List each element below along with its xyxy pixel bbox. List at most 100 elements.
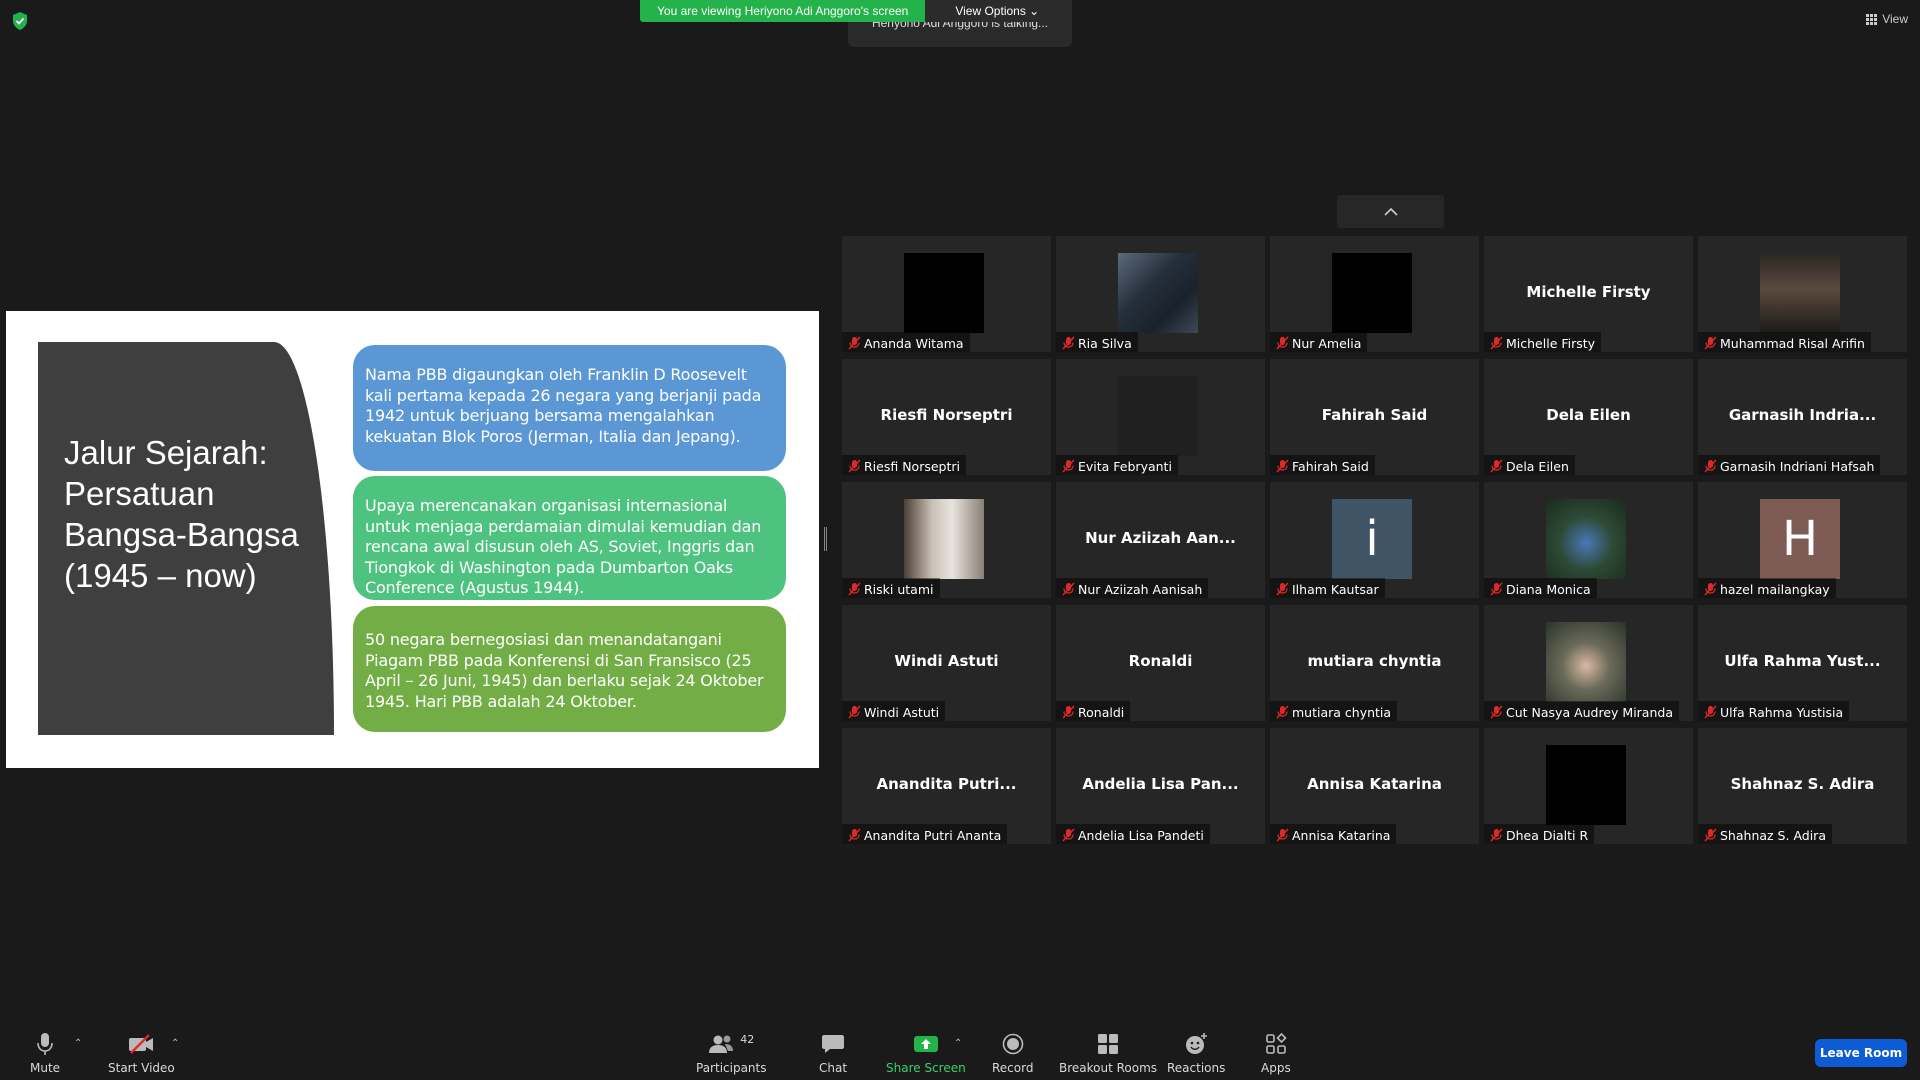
participant-name-label: Ria Silva xyxy=(1056,332,1138,352)
participant-name: Evita Febryanti xyxy=(1078,458,1172,474)
shared-screen-slide: Jalur Sejarah: Persatuan Bangsa-Bangsa (… xyxy=(6,311,819,768)
participant-name: hazel mailangkay xyxy=(1720,581,1830,597)
collapse-gallery-button[interactable] xyxy=(1337,195,1444,228)
muted-microphone-icon xyxy=(1704,705,1717,719)
split-view-handle[interactable] xyxy=(824,527,827,551)
participant-name: Muhammad Risal Arifin xyxy=(1720,335,1865,351)
participant-name: Dhea Dialti R xyxy=(1506,827,1589,843)
participant-video xyxy=(904,253,984,333)
participant-name-label: Annisa Katarina xyxy=(1270,824,1397,844)
record-label: Record xyxy=(992,1061,1034,1075)
share-screen-icon xyxy=(913,1031,939,1057)
participant-name: Windi Astuti xyxy=(864,704,940,720)
muted-microphone-icon xyxy=(1062,828,1075,842)
participant-display-name: Annisa Katarina xyxy=(1307,775,1442,793)
chevron-up-icon xyxy=(1383,207,1398,216)
chat-button[interactable]: Chat xyxy=(819,1031,847,1075)
reactions-button[interactable]: Reactions xyxy=(1167,1031,1225,1075)
participant-tile[interactable]: Ronaldi Ronaldi xyxy=(1056,605,1265,721)
audio-options-caret-icon[interactable]: ⌃ xyxy=(74,1038,82,1049)
participant-name-label: mutiara chyntia xyxy=(1270,701,1398,721)
participant-display-name: Ulfa Rahma Yust... xyxy=(1724,652,1881,670)
participant-name-label: Dela Eilen xyxy=(1484,455,1575,475)
participant-tile[interactable]: Muhammad Risal Arifin xyxy=(1698,236,1907,352)
muted-microphone-icon xyxy=(1490,336,1503,350)
participant-tile[interactable]: Michelle Firsty Michelle Firsty xyxy=(1484,236,1693,352)
muted-microphone-icon xyxy=(848,582,861,596)
muted-microphone-icon xyxy=(1062,582,1075,596)
grid-icon xyxy=(1866,14,1878,25)
security-shield-icon[interactable] xyxy=(11,11,29,31)
view-button[interactable]: View xyxy=(1866,12,1908,26)
apps-label: Apps xyxy=(1261,1061,1291,1075)
participant-tile[interactable]: mutiara chyntia mutiara chyntia xyxy=(1270,605,1479,721)
participant-tile[interactable]: Andelia Lisa Pan... Andelia Lisa Pandeti xyxy=(1056,728,1265,844)
chat-icon xyxy=(821,1031,845,1057)
breakout-rooms-label: Breakout Rooms xyxy=(1059,1061,1158,1075)
record-button[interactable]: Record xyxy=(992,1031,1033,1075)
participant-tile[interactable]: Hhazel mailangkay xyxy=(1698,482,1907,598)
microphone-icon xyxy=(37,1031,53,1057)
participant-video xyxy=(904,499,984,579)
muted-microphone-icon xyxy=(1062,459,1075,473)
participant-tile[interactable]: Ulfa Rahma Yust... Ulfa Rahma Yustisia xyxy=(1698,605,1907,721)
participant-name-label: Ananda Witama xyxy=(842,332,970,352)
participant-display-name: Riesfi Norseptri xyxy=(880,406,1013,424)
muted-microphone-icon xyxy=(848,705,861,719)
participant-tile[interactable]: Shahnaz S. Adira Shahnaz S. Adira xyxy=(1698,728,1907,844)
reactions-label: Reactions xyxy=(1167,1061,1226,1075)
participant-name-label: Shahnaz S. Adira xyxy=(1698,824,1832,844)
participant-display-name: Fahirah Said xyxy=(1321,406,1428,424)
chevron-down-icon: ⌄ xyxy=(1029,4,1040,18)
muted-microphone-icon xyxy=(1490,459,1503,473)
participant-name-label: Fahirah Said xyxy=(1270,455,1375,475)
participant-tile[interactable]: Diana Monica xyxy=(1484,482,1693,598)
participant-name: Dela Eilen xyxy=(1506,458,1569,474)
mute-button[interactable]: Mute xyxy=(30,1031,60,1075)
participant-name: Shahnaz S. Adira xyxy=(1720,827,1826,843)
participant-tile[interactable]: Nur Amelia xyxy=(1270,236,1479,352)
participant-tile[interactable]: Evita Febryanti xyxy=(1056,359,1265,475)
participant-tile[interactable]: Ananda Witama xyxy=(842,236,1051,352)
participant-tile[interactable]: Riesfi Norseptri Riesfi Norseptri xyxy=(842,359,1051,475)
participant-display-name: Windi Astuti xyxy=(894,652,999,670)
breakout-rooms-button[interactable]: Breakout Rooms xyxy=(1059,1031,1157,1075)
participant-tile[interactable]: Nur Aziizah Aan... Nur Aziizah Aanisah xyxy=(1056,482,1265,598)
apps-button[interactable]: Apps xyxy=(1261,1031,1291,1075)
participant-tile[interactable]: i Ilham Kautsar xyxy=(1270,482,1479,598)
leave-room-button[interactable]: Leave Room xyxy=(1815,1039,1907,1067)
reactions-icon xyxy=(1184,1031,1208,1057)
participant-tile[interactable]: Dhea Dialti R xyxy=(1484,728,1693,844)
participant-name: Garnasih Indriani Hafsah xyxy=(1720,458,1875,474)
participant-tile[interactable]: Fahirah Said Fahirah Said xyxy=(1270,359,1479,475)
muted-microphone-icon xyxy=(1490,828,1503,842)
record-icon xyxy=(1002,1031,1024,1057)
participant-tile[interactable]: Dela Eilen Dela Eilen xyxy=(1484,359,1693,475)
participant-name-label: Windi Astuti xyxy=(842,701,946,721)
participant-name: Riesfi Norseptri xyxy=(864,458,960,474)
muted-microphone-icon xyxy=(1276,705,1289,719)
participant-tile[interactable]: Garnasih Indria... Garnasih Indriani Hafs… xyxy=(1698,359,1907,475)
participant-tile[interactable]: Riski utami xyxy=(842,482,1051,598)
start-video-button[interactable]: Start Video xyxy=(108,1031,175,1075)
participant-display-name: Ronaldi xyxy=(1128,652,1193,670)
muted-microphone-icon xyxy=(848,828,861,842)
participant-display-name: Andelia Lisa Pan... xyxy=(1082,775,1239,793)
participant-tile[interactable]: Ria Silva xyxy=(1056,236,1265,352)
muted-microphone-icon xyxy=(1276,582,1289,596)
participant-tile[interactable]: Annisa Katarina Annisa Katarina xyxy=(1270,728,1479,844)
participants-button[interactable]: 42 Participants xyxy=(696,1031,767,1076)
video-options-caret-icon[interactable]: ⌃ xyxy=(171,1038,179,1049)
participant-name: Ulfa Rahma Yustisia xyxy=(1720,704,1844,720)
participant-tile[interactable]: Anandita Putri... Anandita Putri Ananta xyxy=(842,728,1051,844)
participant-name-label: Muhammad Risal Arifin xyxy=(1698,332,1871,352)
participant-name-label: Riski utami xyxy=(842,578,940,598)
view-options-button[interactable]: View Options ⌄ xyxy=(925,0,1054,22)
participant-name-label: Diana Monica xyxy=(1484,578,1597,598)
breakout-rooms-icon xyxy=(1097,1031,1119,1057)
participant-avatar: i xyxy=(1332,499,1412,579)
share-screen-label: Share Screen xyxy=(886,1061,966,1075)
participant-tile[interactable]: Windi Astuti Windi Astuti xyxy=(842,605,1051,721)
participant-tile[interactable]: Cut Nasya Audrey Miranda xyxy=(1484,605,1693,721)
share-options-caret-icon[interactable]: ⌃ xyxy=(954,1038,962,1049)
